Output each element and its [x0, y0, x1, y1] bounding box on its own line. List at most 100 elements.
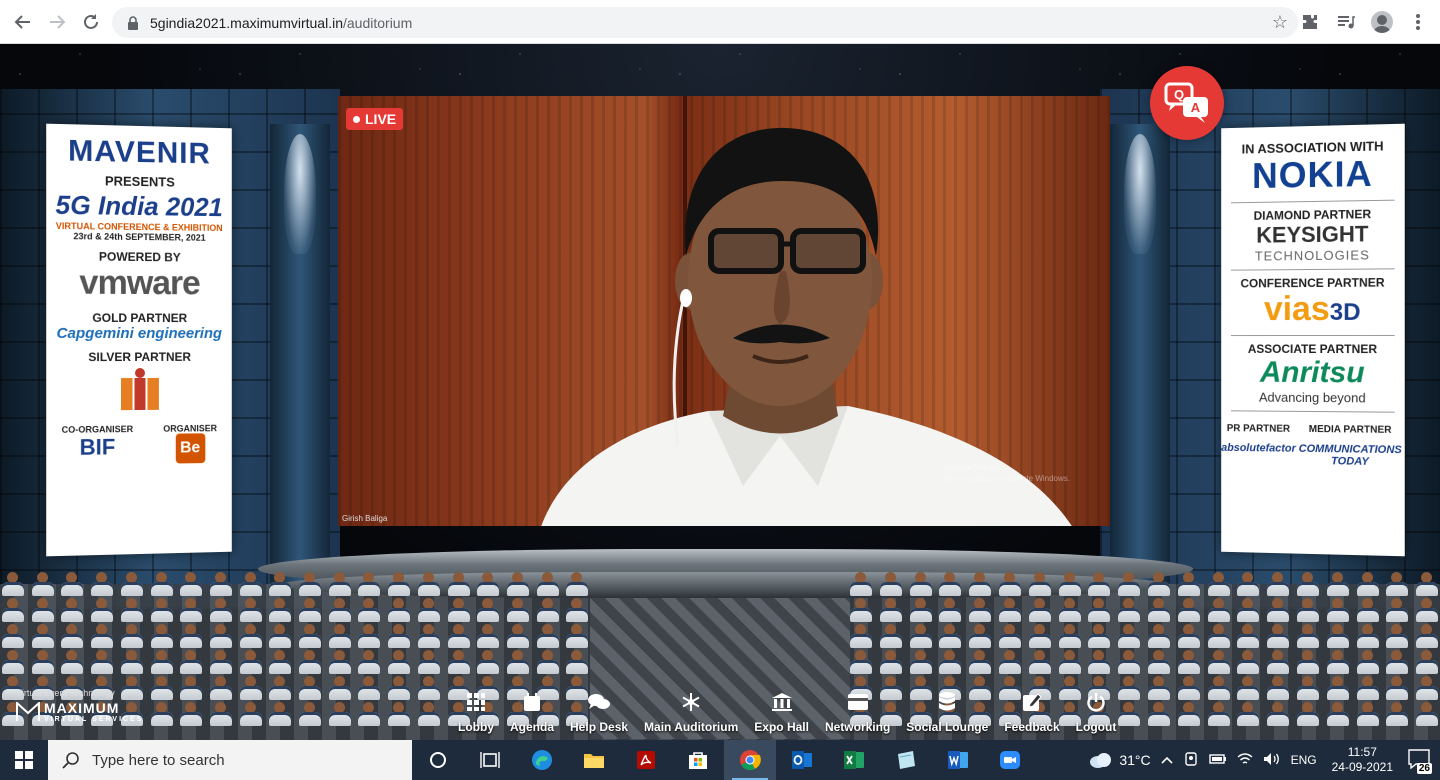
- audience-seat: [1086, 650, 1112, 674]
- left-sponsor-banner: MAVENIR PRESENTS 5G India 2021 VIRTUAL C…: [46, 124, 232, 557]
- taskbar-edge[interactable]: [516, 740, 568, 780]
- live-label: LIVE: [365, 111, 396, 127]
- qa-button[interactable]: Q A: [1150, 66, 1224, 140]
- taskbar-store[interactable]: [672, 740, 724, 780]
- nav-social-lounge[interactable]: Social Lounge: [898, 682, 996, 734]
- audience-seat: [1176, 598, 1202, 622]
- meet-now-icon[interactable]: [1178, 751, 1204, 770]
- notes-icon: [895, 750, 917, 770]
- audience-seat: [1325, 598, 1351, 622]
- nav-feedback[interactable]: Feedback: [996, 682, 1067, 734]
- nav-agenda[interactable]: Agenda: [502, 682, 562, 734]
- audience-seat: [356, 676, 382, 700]
- audience-seat: [967, 624, 993, 648]
- taskbar-search[interactable]: Type here to search: [48, 740, 412, 780]
- clock-date: 24-09-2021: [1332, 760, 1393, 775]
- audience-seat: [1384, 624, 1410, 648]
- audience-seat: [178, 572, 204, 596]
- anritsu-tagline: Advancing beyond: [1221, 389, 1405, 405]
- audience-seat: [937, 598, 963, 622]
- audience-seat: [1414, 676, 1440, 700]
- nokia-logo: NOKIA: [1221, 153, 1405, 197]
- audience-seat: [416, 702, 442, 726]
- taskbar-word[interactable]: [932, 740, 984, 780]
- extensions-icon[interactable]: [1294, 7, 1326, 37]
- co-organiser-label: CO-ORGANISER: [62, 424, 134, 435]
- reload-button[interactable]: [74, 5, 108, 39]
- audience-seat: [89, 598, 115, 622]
- audience-row: [848, 650, 1440, 674]
- audience-seat: [1206, 572, 1232, 596]
- audience-seat: [0, 572, 26, 596]
- live-dot-icon: [353, 116, 360, 123]
- weather-widget[interactable]: 31°C: [1084, 751, 1155, 769]
- nav-help-desk[interactable]: Help Desk: [562, 682, 636, 734]
- profile-avatar[interactable]: [1366, 7, 1398, 37]
- taskbar-clock[interactable]: 11:57 24-09-2021: [1322, 745, 1403, 775]
- cortana-button[interactable]: [412, 740, 464, 780]
- nav-lobby[interactable]: Lobby: [450, 682, 502, 734]
- back-button[interactable]: [6, 5, 40, 39]
- audience-seat: [878, 598, 904, 622]
- taskbar-zoom[interactable]: [984, 740, 1036, 780]
- audience-seat: [1235, 624, 1261, 648]
- keysight-logo: KEYSIGHT TECHNOLOGIES: [1221, 221, 1405, 264]
- audience-seat: [416, 572, 442, 596]
- taskbar-notes[interactable]: [880, 740, 932, 780]
- audience-seat: [1235, 702, 1261, 726]
- bookmark-star-icon[interactable]: ☆: [1272, 12, 1288, 33]
- forward-button[interactable]: [40, 5, 74, 39]
- audience-seat: [0, 598, 26, 622]
- audience-seat: [386, 676, 412, 700]
- address-bar[interactable]: 5gindia2021.maximumvirtual.in/auditorium…: [112, 7, 1298, 38]
- audience-seat: [297, 572, 323, 596]
- live-video-player[interactable]: LIVE Activate Windows Go to Settings to a…: [338, 96, 1110, 526]
- battery-icon[interactable]: [1204, 753, 1232, 768]
- audience-seat: [564, 572, 590, 596]
- audience-seat: [446, 598, 472, 622]
- media-queue-icon[interactable]: [1330, 7, 1362, 37]
- silver-partner-label: SILVER PARTNER: [46, 350, 232, 364]
- keysight-sub: TECHNOLOGIES: [1221, 247, 1405, 264]
- taskbar-excel[interactable]: [828, 740, 880, 780]
- audience-seat: [119, 598, 145, 622]
- nav-main-auditorium-label: Main Auditorium: [644, 720, 738, 734]
- audience-seat: [1295, 702, 1321, 726]
- audience-seat: [267, 598, 293, 622]
- zoom-icon: [999, 750, 1021, 770]
- chat-icon: [587, 692, 611, 712]
- nav-logout[interactable]: Logout: [1068, 682, 1125, 734]
- language-indicator[interactable]: ENG: [1286, 753, 1322, 767]
- gold-partner-label: GOLD PARTNER: [46, 311, 232, 325]
- maximum-logo-icon: [16, 702, 40, 722]
- taskbar-file-explorer[interactable]: [568, 740, 620, 780]
- snowflake-icon: [681, 692, 701, 712]
- audience-seat: [59, 624, 85, 648]
- audience-row: [0, 624, 590, 648]
- edit-icon: [1022, 692, 1042, 712]
- audience-seat: [1325, 624, 1351, 648]
- nav-main-auditorium[interactable]: Main Auditorium: [636, 682, 746, 734]
- wifi-icon[interactable]: [1232, 752, 1258, 769]
- audience-seat: [848, 650, 874, 674]
- notification-center[interactable]: 26: [1403, 749, 1440, 772]
- svg-text:A: A: [1191, 100, 1201, 115]
- taskbar-chrome[interactable]: [724, 740, 776, 780]
- task-view-button[interactable]: [464, 740, 516, 780]
- menu-kebab-icon[interactable]: [1402, 7, 1434, 37]
- nav-networking[interactable]: Networking: [817, 682, 898, 734]
- audience-seat: [1146, 676, 1172, 700]
- start-button[interactable]: [0, 740, 48, 780]
- left-pillar: [270, 124, 330, 584]
- audience-seat: [149, 650, 175, 674]
- audience-seat: [1176, 702, 1202, 726]
- audience-row: [848, 598, 1440, 622]
- chevron-up-icon[interactable]: [1156, 753, 1178, 767]
- audience-seat: [1235, 598, 1261, 622]
- taskbar-outlook[interactable]: [776, 740, 828, 780]
- audience-seat: [878, 572, 904, 596]
- audience-seat: [1414, 650, 1440, 674]
- nav-expo-hall[interactable]: Expo Hall: [746, 682, 817, 734]
- taskbar-acrobat[interactable]: [620, 740, 672, 780]
- volume-icon[interactable]: [1258, 752, 1286, 769]
